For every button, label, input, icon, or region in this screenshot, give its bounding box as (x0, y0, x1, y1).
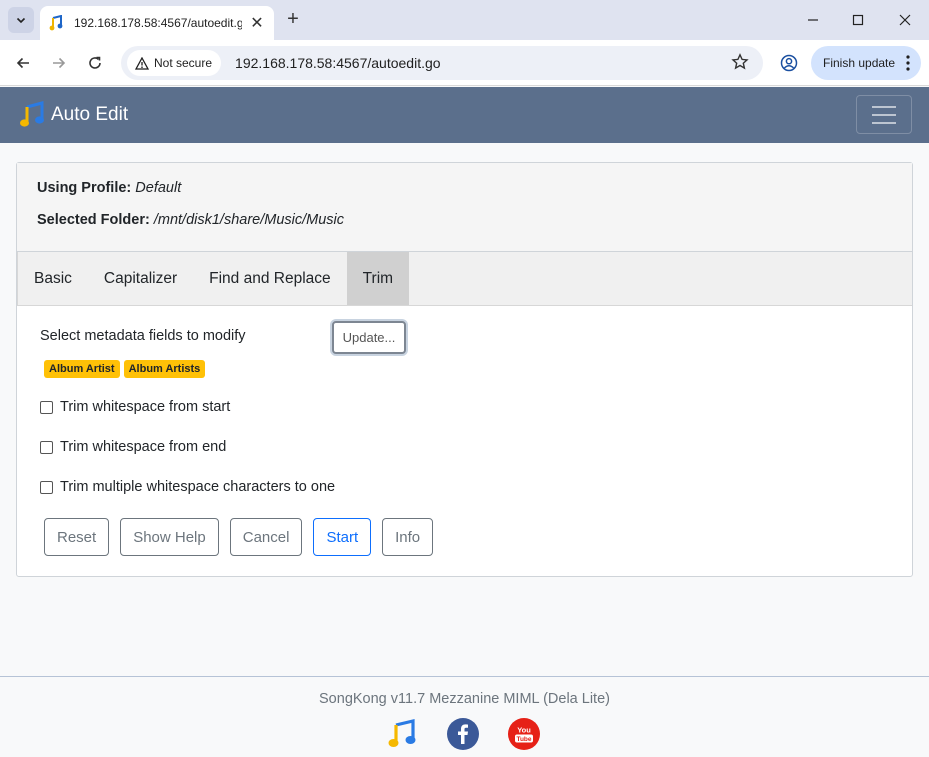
close-window-icon[interactable] (885, 8, 925, 32)
finish-update-label: Finish update (823, 56, 896, 70)
cancel-button[interactable]: Cancel (229, 518, 303, 556)
footer-version-text: SongKong v11.7 Mezzanine MIML (Dela Lite… (319, 691, 610, 707)
trim-end-option[interactable]: Trim whitespace from end (40, 439, 226, 455)
brand-name[interactable]: Auto Edit (51, 104, 128, 126)
reload-icon[interactable] (82, 50, 108, 76)
navbar-toggle-button[interactable] (856, 95, 912, 134)
folder-value: /mnt/disk1/share/Music/Music (153, 212, 345, 228)
profile-icon[interactable] (776, 50, 802, 76)
browser-tabstrip: 192.168.178.58:4567/autoedit.go ✕ + (0, 0, 929, 40)
youtube-icon[interactable]: You Tube (508, 718, 540, 750)
start-button[interactable]: Start (313, 518, 372, 556)
footer-links: You Tube (386, 718, 569, 750)
folder-label: Selected Folder: (37, 212, 150, 228)
security-chip[interactable]: Not secure (127, 50, 222, 76)
tab-capitalizer[interactable]: Capitalizer (88, 252, 193, 305)
tab-basic[interactable]: Basic (18, 252, 88, 305)
svg-text:Tube: Tube (516, 736, 531, 743)
tab-find-and-replace[interactable]: Find and Replace (193, 252, 347, 305)
new-tab-icon[interactable]: + (282, 8, 304, 30)
security-label: Not secure (154, 56, 213, 70)
select-fields-label: Select metadata fields to modify (40, 328, 246, 344)
browser-tab[interactable]: 192.168.178.58:4567/autoedit.go ✕ (40, 6, 274, 40)
trim-end-checkbox[interactable] (40, 440, 53, 454)
folder-row: Selected Folder: /mnt/disk1/share/Music/… (37, 212, 912, 244)
finish-update-button[interactable]: Finish update (811, 46, 921, 80)
profile-value: Default (135, 180, 182, 196)
facebook-icon[interactable] (447, 718, 479, 750)
url-text: 192.168.178.58:4567/autoedit.go (235, 55, 441, 71)
songkong-logo-icon[interactable] (18, 101, 46, 129)
minimize-icon[interactable] (793, 8, 833, 32)
reset-button[interactable]: Reset (44, 518, 110, 556)
app-navbar: Auto Edit (0, 87, 929, 143)
songkong-icon[interactable] (386, 718, 418, 750)
chevron-down-icon (16, 17, 26, 24)
browser-tab-title: 192.168.178.58:4567/autoedit.go (74, 16, 242, 30)
selected-fields: Album Artist Album Artists (44, 360, 209, 378)
warning-icon (135, 56, 149, 70)
trim-start-checkbox[interactable] (40, 400, 53, 414)
footer: SongKong v11.7 Mezzanine MIML (Dela Lite… (0, 676, 929, 757)
svg-text:You: You (517, 726, 531, 735)
edit-tabs: Basic Capitalizer Find and Replace Trim (17, 252, 912, 306)
maximize-icon[interactable] (838, 8, 878, 32)
trim-start-option[interactable]: Trim whitespace from start (40, 399, 230, 415)
forward-icon[interactable] (46, 50, 72, 76)
back-icon[interactable] (10, 50, 36, 76)
browser-toolbar: Not secure 192.168.178.58:4567/autoedit.… (0, 40, 929, 86)
card-header: Using Profile: Default Selected Folder: … (17, 163, 912, 252)
songkong-favicon-icon (49, 15, 63, 31)
trim-multiple-checkbox[interactable] (40, 480, 53, 494)
profile-row: Using Profile: Default (37, 180, 912, 212)
trim-end-label: Trim whitespace from end (60, 439, 227, 455)
close-tab-icon[interactable]: ✕ (248, 13, 266, 33)
profile-label: Using Profile: (37, 180, 132, 196)
update-fields-button[interactable]: Update... (332, 321, 406, 354)
trim-multiple-option[interactable]: Trim multiple whitespace characters to o… (40, 479, 335, 495)
address-bar[interactable]: Not secure 192.168.178.58:4567/autoedit.… (121, 46, 763, 80)
field-badge: Album Artists (123, 360, 206, 378)
hamburger-menu-icon (872, 105, 896, 124)
tab-search-button[interactable] (8, 7, 34, 33)
show-help-button[interactable]: Show Help (120, 518, 219, 556)
action-buttons: Reset Show Help Cancel Start Info (44, 518, 444, 556)
auto-edit-card: Using Profile: Default Selected Folder: … (16, 162, 913, 577)
more-vert-icon (906, 55, 910, 71)
field-badge: Album Artist (44, 360, 120, 378)
tab-trim[interactable]: Trim (346, 252, 410, 305)
info-button[interactable]: Info (382, 518, 434, 556)
bookmark-star-icon[interactable] (731, 53, 749, 71)
trim-start-label: Trim whitespace from start (60, 399, 231, 415)
trim-tab-panel: Select metadata fields to modify Update.… (17, 306, 912, 576)
trim-multiple-label: Trim multiple whitespace characters to o… (60, 479, 336, 495)
